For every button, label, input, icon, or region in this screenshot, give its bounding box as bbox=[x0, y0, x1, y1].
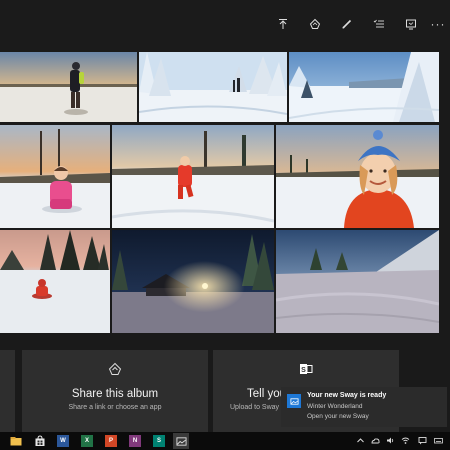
share-upload-button[interactable] bbox=[273, 14, 293, 34]
photos-notification-icon bbox=[287, 394, 301, 408]
powerpoint-icon[interactable]: P bbox=[105, 435, 117, 447]
file-explorer-icon[interactable] bbox=[10, 435, 22, 447]
keyboard-icon[interactable] bbox=[434, 436, 443, 445]
wifi-icon[interactable] bbox=[401, 436, 410, 445]
svg-text:S: S bbox=[301, 367, 306, 374]
sway-logo-icon: S bbox=[300, 364, 313, 374]
photo-girl-blue-hat[interactable] bbox=[276, 125, 439, 228]
notification-action-text: Open your new Sway bbox=[307, 413, 369, 420]
card-partial-left[interactable] bbox=[0, 350, 15, 432]
onenote-icon[interactable]: N bbox=[129, 435, 141, 447]
share-card-title: Share this album bbox=[71, 388, 159, 400]
sway-card-subtitle: Upload to Sway bbox=[230, 404, 280, 411]
photos-app-window: ··· Share this album Share a link or cho… bbox=[0, 0, 450, 432]
enhance-button[interactable] bbox=[305, 14, 325, 34]
photo-child-sled-dusk[interactable] bbox=[0, 230, 110, 333]
photos-app-icon[interactable] bbox=[173, 433, 189, 449]
more-icon: ··· bbox=[430, 17, 446, 31]
sway-icon[interactable]: S bbox=[153, 435, 165, 447]
notification-album-name: Winter Wonderland bbox=[307, 403, 363, 410]
upload-icon bbox=[279, 19, 287, 29]
pencil-icon bbox=[342, 19, 352, 29]
photo-snowy-trees-people[interactable] bbox=[139, 52, 287, 122]
enhance-icon bbox=[309, 18, 321, 29]
toolbar: ··· bbox=[0, 0, 450, 50]
volume-icon[interactable] bbox=[386, 436, 395, 445]
taskbar: W X P N S bbox=[0, 432, 450, 450]
store-icon[interactable] bbox=[34, 435, 46, 447]
onedrive-icon[interactable] bbox=[371, 436, 380, 445]
photo-snow-covered-pines[interactable] bbox=[289, 52, 439, 122]
slideshow-icon bbox=[406, 19, 416, 30]
photo-cabin-night[interactable] bbox=[112, 230, 274, 333]
photo-child-walking-snow[interactable] bbox=[112, 125, 274, 228]
photo-girl-sitting-snow[interactable] bbox=[0, 125, 110, 228]
photo-snow-child-standing[interactable] bbox=[0, 52, 137, 122]
share-icon bbox=[108, 362, 122, 375]
list-check-icon bbox=[373, 19, 384, 28]
chevron-up-icon[interactable] bbox=[356, 436, 365, 445]
notification-title: Your new Sway is ready bbox=[307, 392, 387, 399]
select-button[interactable] bbox=[369, 14, 389, 34]
more-button[interactable]: ··· bbox=[428, 14, 448, 34]
share-album-card[interactable]: Share this album Share a link or choose … bbox=[22, 350, 208, 432]
share-card-subtitle: Share a link or choose an app bbox=[68, 404, 162, 411]
sway-ready-notification[interactable]: Your new Sway is ready Winter Wonderland… bbox=[281, 387, 447, 427]
present-button[interactable] bbox=[401, 14, 421, 34]
photo-snow-slope-twilight[interactable] bbox=[276, 230, 439, 333]
action-center-icon[interactable] bbox=[418, 436, 427, 445]
excel-icon[interactable]: X bbox=[81, 435, 93, 447]
word-icon[interactable]: W bbox=[57, 435, 69, 447]
edit-button[interactable] bbox=[337, 14, 357, 34]
